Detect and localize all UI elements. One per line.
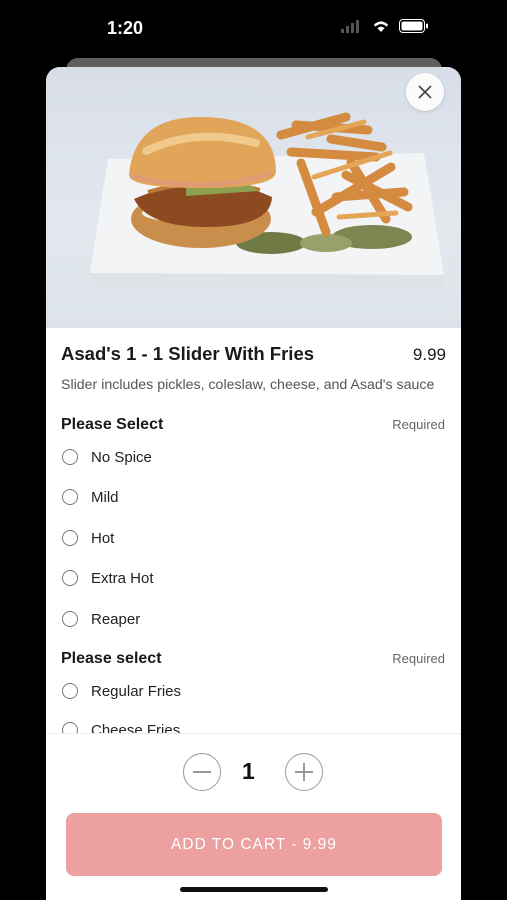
item-price: 9.99 — [412, 345, 446, 364]
close-button[interactable] — [406, 73, 444, 111]
radio-button[interactable] — [62, 449, 78, 465]
slider-fries-photo — [90, 112, 444, 288]
close-icon — [418, 85, 432, 99]
increase-quantity-button[interactable] — [285, 753, 323, 791]
item-detail-sheet: Asad's 1 - 1 Slider With Fries 9.99 Slid… — [46, 67, 461, 900]
option-cheese-fries[interactable]: Cheese Fries — [62, 718, 180, 733]
radio-button[interactable] — [62, 530, 78, 546]
radio-button[interactable] — [62, 570, 78, 586]
required-label: Required — [392, 417, 445, 432]
option-no-spice[interactable]: No Spice — [62, 445, 152, 469]
radio-button[interactable] — [62, 683, 78, 699]
option-regular-fries[interactable]: Regular Fries — [62, 679, 181, 703]
radio-button[interactable] — [62, 722, 78, 733]
option-label: Mild — [91, 488, 119, 506]
decrease-quantity-button[interactable] — [183, 753, 221, 791]
required-label: Required — [392, 651, 445, 666]
footer-divider — [46, 733, 461, 734]
status-bar: 1:20 — [0, 0, 507, 58]
radio-button[interactable] — [62, 489, 78, 505]
wifi-icon — [373, 21, 389, 32]
option-label: No Spice — [91, 448, 152, 466]
group-title-spice: Please Select — [61, 416, 164, 433]
quantity-value: 1 — [242, 758, 255, 784]
item-options-scroll[interactable]: Asad's 1 - 1 Slider With Fries 9.99 Slid… — [46, 328, 461, 733]
option-label: Hot — [91, 529, 115, 547]
option-label: Extra Hot — [91, 569, 154, 587]
option-hot[interactable]: Hot — [62, 526, 114, 550]
option-mild[interactable]: Mild — [62, 485, 119, 509]
option-reaper[interactable]: Reaper — [62, 607, 140, 631]
battery-icon — [399, 19, 428, 33]
add-to-cart-button[interactable]: ADD TO CART - 9.99 — [66, 813, 442, 876]
group-title-fries: Please select — [61, 650, 162, 667]
option-label: Regular Fries — [91, 682, 182, 700]
radio-button[interactable] — [62, 611, 78, 627]
item-image — [46, 67, 461, 328]
home-indicator — [180, 887, 328, 892]
option-extra-hot[interactable]: Extra Hot — [62, 566, 154, 590]
option-label: Reaper — [91, 610, 141, 628]
status-icons — [341, 19, 429, 33]
item-description: Slider includes pickles, coleslaw, chees… — [61, 377, 435, 393]
option-label: Cheese Fries — [91, 721, 181, 734]
item-title: Asad's 1 - 1 Slider With Fries — [61, 343, 315, 364]
signal-icon — [341, 20, 359, 33]
status-time: 1:20 — [107, 18, 144, 38]
